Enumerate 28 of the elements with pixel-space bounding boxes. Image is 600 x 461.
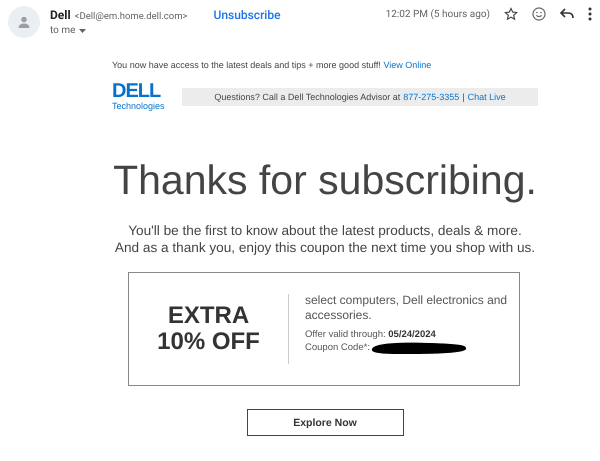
- sender-email: <Dell@em.home.dell.com>: [74, 11, 188, 22]
- sender-name: Dell: [50, 8, 71, 22]
- offer-text: 10% OFF: [157, 329, 260, 355]
- view-online-link[interactable]: View Online: [383, 60, 432, 70]
- caret-icon[interactable]: [79, 28, 86, 32]
- intro-text: You'll be the first to know about the latest products, deals & more.: [128, 223, 522, 238]
- timestamp: 12:02 PM (5 hours ago): [386, 8, 490, 20]
- star-icon[interactable]: [504, 7, 518, 21]
- phone-link[interactable]: 877-275-3355: [403, 92, 460, 102]
- separator-text: |: [462, 92, 465, 102]
- help-text: Questions? Call a Dell Technologies Advisor at: [214, 92, 400, 102]
- recipient-label: to me: [50, 25, 76, 36]
- logo-subtitle: Technologies: [112, 101, 165, 112]
- intro-text: And as a thank you, enjoy this coupon the next time you shop with us.: [114, 240, 536, 255]
- heading: Thanks for subscribing.: [112, 160, 538, 201]
- coupon-code-label: Coupon Code*:: [305, 342, 370, 354]
- offer-description: select computers, Dell electronics and accessories.: [305, 293, 508, 323]
- avatar-icon: [8, 6, 40, 38]
- offer-text: EXTRA: [168, 303, 250, 329]
- chat-live-link[interactable]: Chat Live: [468, 92, 506, 102]
- explore-now-button[interactable]: Explore Now: [246, 409, 404, 436]
- emoji-icon[interactable]: [532, 7, 546, 21]
- more-icon[interactable]: [588, 7, 592, 21]
- unsubscribe-link[interactable]: Unsubscribe: [214, 8, 281, 22]
- logo-wordmark: DELL: [112, 82, 160, 101]
- preheader-text: You now have access to the latest deals and tips + more good stuff! View Online: [112, 60, 432, 70]
- validity-text: Offer valid through: 05/24/2024: [305, 329, 436, 341]
- reply-icon[interactable]: [560, 8, 574, 20]
